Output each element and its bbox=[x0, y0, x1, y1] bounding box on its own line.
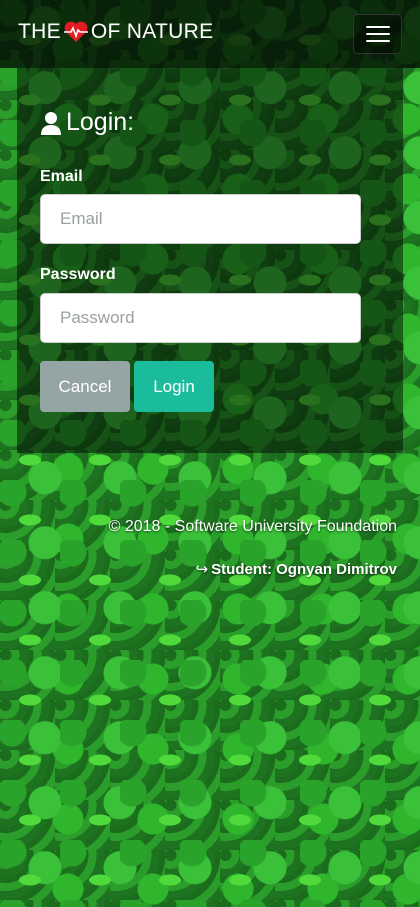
email-label: Email bbox=[40, 168, 83, 185]
user-icon bbox=[41, 111, 61, 135]
login-title: Login: bbox=[66, 108, 135, 136]
footer-student: ↪ Student: Ognyan Dimitrov bbox=[195, 560, 397, 579]
sign-in-arrow-icon: ↪ bbox=[195, 561, 209, 578]
brand-suffix: OF NATURE bbox=[90, 20, 214, 43]
hamburger-menu-button[interactable] bbox=[353, 14, 402, 54]
hamburger-menu-icon bbox=[365, 26, 390, 28]
login-button[interactable]: Login bbox=[134, 361, 214, 412]
email-field[interactable] bbox=[40, 194, 361, 244]
password-label: Password bbox=[40, 266, 116, 283]
brand-prefix: THE bbox=[18, 20, 61, 43]
heart-pulse-icon bbox=[63, 21, 88, 42]
navbar: THE OF NATURE bbox=[0, 0, 420, 68]
footer-copyright: © 2018 - Software University Foundation bbox=[108, 518, 397, 535]
brand-logo[interactable]: THE OF NATURE bbox=[18, 20, 213, 44]
student-name: Student: Ognyan Dimitrov bbox=[211, 560, 397, 578]
cancel-button[interactable]: Cancel bbox=[40, 361, 130, 412]
login-heading: Login: bbox=[40, 108, 134, 137]
password-field[interactable] bbox=[40, 293, 361, 343]
